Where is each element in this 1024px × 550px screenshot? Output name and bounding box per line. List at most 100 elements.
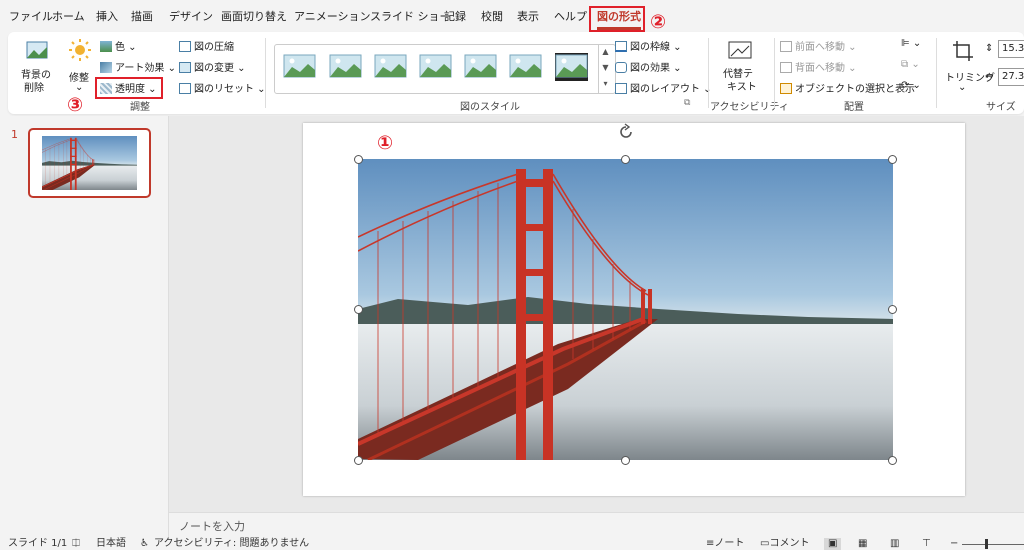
- status-bar: スライド 1/1 ⎅ 日本語 ♿ アクセシビリティ: 問題ありません ≡ノート …: [0, 538, 1024, 550]
- picture-style-6[interactable]: [508, 52, 543, 82]
- resize-handle-top[interactable]: [621, 155, 630, 164]
- picture-layout-label: 図のレイアウト: [630, 84, 700, 95]
- accessibility-icon: ♿: [140, 538, 149, 549]
- selection-pane-button[interactable]: オブジェクトの選択と表示: [780, 80, 915, 95]
- remove-background-button[interactable]: 背景の 削除: [16, 36, 56, 96]
- marker-two: ②: [650, 11, 667, 33]
- chevron-down-icon: ⌄: [75, 82, 84, 93]
- layout-icon: [615, 83, 627, 94]
- reset-picture-icon: [179, 83, 191, 94]
- compress-pictures-button[interactable]: 図の圧縮: [179, 38, 234, 53]
- group-label-size: サイズ: [986, 102, 1016, 113]
- resize-handle-bottom-left[interactable]: [354, 456, 363, 465]
- resize-handle-left[interactable]: [354, 305, 363, 314]
- tab-transitions[interactable]: 画面切り替え: [221, 8, 287, 26]
- remove-background-icon: [26, 41, 48, 59]
- effects-icon: [615, 62, 627, 73]
- crop-button[interactable]: トリミング ⌄: [942, 36, 995, 96]
- resize-handle-top-right[interactable]: [888, 155, 897, 164]
- tab-design[interactable]: デザイン: [169, 8, 213, 26]
- tab-insert[interactable]: 挿入: [96, 8, 118, 26]
- compress-icon: [179, 41, 191, 52]
- color-button[interactable]: 色 ⌄: [100, 38, 137, 53]
- bring-forward-label: 前面へ移動: [795, 42, 845, 53]
- zoom-out-icon[interactable]: −: [950, 538, 958, 550]
- slide-sorter-icon[interactable]: ▦: [858, 538, 867, 550]
- picture-layout-button[interactable]: 図のレイアウト ⌄: [615, 80, 712, 95]
- accessibility-status[interactable]: アクセシビリティ: 問題ありません: [154, 538, 309, 550]
- group-label-adjust: 調整: [130, 102, 150, 113]
- tab-home[interactable]: ホーム: [52, 8, 85, 26]
- bridge-image: [358, 159, 893, 460]
- picture-style-2[interactable]: [328, 52, 363, 82]
- tab-animations[interactable]: アニメーション: [294, 8, 371, 26]
- slide-thumbnail[interactable]: [28, 128, 151, 198]
- reset-picture-button[interactable]: 図のリセット ⌄: [179, 80, 266, 95]
- marker-three: ③: [67, 94, 84, 116]
- bridge-photo[interactable]: [358, 159, 893, 460]
- picture-border-label: 図の枠線: [630, 42, 670, 53]
- height-input[interactable]: 15.3: [998, 40, 1024, 58]
- separator: [265, 38, 266, 108]
- sun-icon: [69, 39, 91, 61]
- tab-draw[interactable]: 描画: [131, 8, 153, 26]
- group-objects-icon[interactable]: ⧉ ⌄: [901, 59, 920, 70]
- picture-style-1[interactable]: [282, 52, 317, 82]
- tab-review[interactable]: 校閲: [481, 8, 503, 26]
- comments-button[interactable]: ▭コメント: [760, 538, 809, 550]
- selection-pane-label: オブジェクトの選択と表示: [795, 84, 915, 95]
- align-icon[interactable]: ⊫ ⌄: [901, 38, 921, 49]
- width-input[interactable]: 27.3: [998, 68, 1024, 86]
- alt-text-button[interactable]: 代替テ キスト: [720, 36, 760, 96]
- gallery-scroll[interactable]: ▲ ▼ ▾: [598, 44, 612, 94]
- change-picture-label: 図の変更: [194, 63, 234, 74]
- bring-forward-button[interactable]: 前面へ移動 ⌄: [780, 38, 857, 53]
- rotate-handle-icon[interactable]: [617, 123, 635, 141]
- tab-record[interactable]: 記録: [444, 8, 466, 26]
- tab-slideshow[interactable]: スライド ショー: [370, 8, 451, 26]
- resize-handle-bottom[interactable]: [621, 456, 630, 465]
- ribbon: 背景の 削除 修整 ⌄ 色 ⌄ アート効果 ⌄ 透明度 ⌄ 図の圧縮 図の変更 …: [8, 32, 1024, 114]
- tab-help[interactable]: ヘルプ: [554, 8, 587, 26]
- rotate-icon[interactable]: ⟳ ⌄: [901, 80, 921, 91]
- group-label-picture-styles: 図のスタイル: [460, 102, 520, 113]
- picture-style-3[interactable]: [373, 52, 408, 82]
- border-icon: [615, 41, 627, 52]
- art-effects-button[interactable]: アート効果 ⌄: [100, 59, 176, 74]
- normal-view-icon[interactable]: ▣: [824, 538, 842, 550]
- separator: [936, 38, 937, 108]
- language-indicator[interactable]: 日本語: [96, 538, 126, 550]
- width-value: 27.3: [1002, 71, 1024, 82]
- reading-view-icon[interactable]: ▥: [890, 538, 899, 550]
- zoom-slider[interactable]: [962, 544, 1024, 545]
- picture-border-button[interactable]: 図の枠線 ⌄: [615, 38, 682, 53]
- crop-icon: [953, 41, 973, 61]
- slideshow-icon[interactable]: ⊤: [922, 538, 931, 550]
- change-picture-button[interactable]: 図の変更 ⌄: [179, 59, 246, 74]
- chevron-down-icon: ⌄: [958, 82, 967, 93]
- slide-thumbnail-image: [41, 135, 138, 191]
- group-label-accessibility: アクセシビリティ: [710, 102, 789, 113]
- bring-forward-icon: [780, 41, 792, 52]
- zoom-slider-thumb[interactable]: [985, 539, 988, 549]
- picture-effects-button[interactable]: 図の効果 ⌄: [615, 59, 682, 74]
- spell-check-icon[interactable]: ⎅: [72, 538, 80, 550]
- group-label-arrange: 配置: [844, 102, 864, 113]
- height-icon: ⇕: [985, 43, 994, 54]
- resize-handle-right[interactable]: [888, 305, 897, 314]
- resize-handle-top-left[interactable]: [354, 155, 363, 164]
- corrections-button[interactable]: 修整 ⌄: [62, 36, 98, 96]
- resize-handle-bottom-right[interactable]: [888, 456, 897, 465]
- picture-style-5[interactable]: [463, 52, 498, 82]
- notes-pane[interactable]: ノートを入力: [169, 512, 1024, 538]
- highlight-box-transparency: [95, 77, 163, 99]
- color-icon: [100, 41, 112, 52]
- notes-button[interactable]: ≡ノート: [706, 538, 744, 550]
- tab-view[interactable]: 表示: [517, 8, 539, 26]
- picture-style-4[interactable]: [418, 52, 453, 82]
- separator: [708, 38, 709, 108]
- dialog-launcher-icon[interactable]: ⧉: [684, 98, 690, 108]
- picture-style-7[interactable]: [554, 52, 589, 82]
- send-backward-button[interactable]: 背面へ移動 ⌄: [780, 59, 857, 74]
- tab-file[interactable]: ファイル: [9, 8, 53, 26]
